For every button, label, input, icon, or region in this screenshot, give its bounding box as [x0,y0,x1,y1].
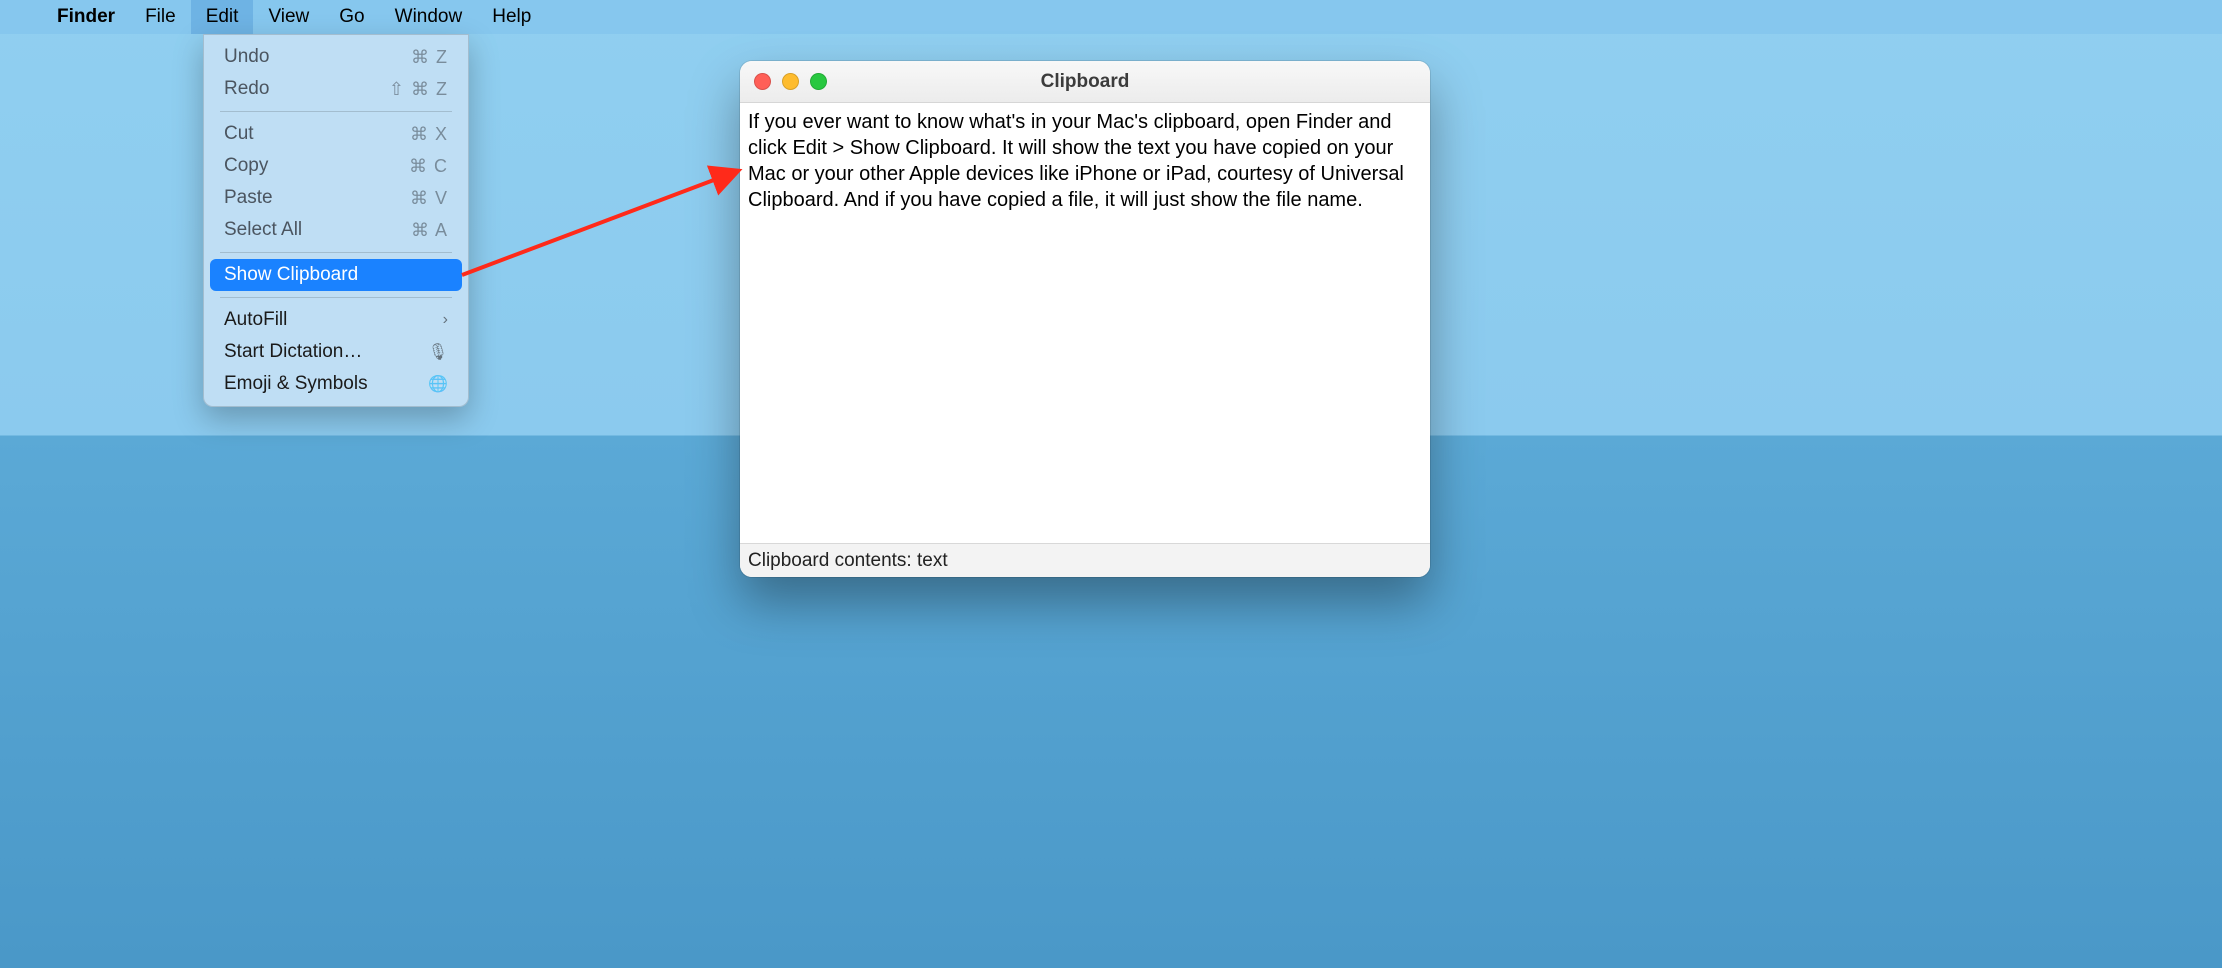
menu-label: Paste [224,187,273,209]
window-status-bar: Clipboard contents: text [740,543,1430,577]
menubar-item-view[interactable]: View [253,0,324,34]
menu-separator [220,297,452,298]
menu-label: Undo [224,46,269,68]
menu-item-show-clipboard[interactable]: Show Clipboard [210,259,462,291]
menu-label: Copy [224,155,268,177]
menu-shortcut: ⌘ C [409,156,448,177]
menubar-item-file[interactable]: File [130,0,191,34]
menu-label: Redo [224,78,269,100]
menubar: Finder File Edit View Go Window Help [0,0,2222,34]
traffic-lights [754,73,827,90]
menu-label: Cut [224,123,254,145]
menu-label: AutoFill [224,309,287,331]
close-button[interactable] [754,73,771,90]
microphone-icon: 🎙 [428,342,448,362]
menu-separator [220,111,452,112]
menu-shortcut: ⌘ A [411,220,448,241]
menu-item-redo[interactable]: Redo ⇧ ⌘ Z [210,73,462,105]
menu-label: Emoji & Symbols [224,373,368,395]
window-title: Clipboard [740,71,1430,93]
globe-icon: 🌐 [428,374,448,394]
menu-item-start-dictation[interactable]: Start Dictation… 🎙 [210,336,462,368]
menu-item-autofill[interactable]: AutoFill › [210,304,462,336]
menu-label: Start Dictation… [224,341,362,363]
menu-shortcut: ⌘ V [410,188,448,209]
menu-item-cut[interactable]: Cut ⌘ X [210,118,462,150]
chevron-right-icon: › [443,311,448,329]
zoom-button[interactable] [810,73,827,90]
menubar-item-edit[interactable]: Edit [191,0,254,34]
clipboard-window: Clipboard If you ever want to know what'… [740,61,1430,577]
menu-shortcut: ⇧ ⌘ Z [389,79,448,100]
menu-item-paste[interactable]: Paste ⌘ V [210,182,462,214]
menubar-item-help[interactable]: Help [477,0,546,34]
menu-separator [220,252,452,253]
minimize-button[interactable] [782,73,799,90]
menu-shortcut: ⌘ X [410,124,448,145]
menubar-app-name[interactable]: Finder [42,0,130,34]
menu-label: Select All [224,219,302,241]
menubar-item-window[interactable]: Window [380,0,478,34]
menubar-item-go[interactable]: Go [324,0,379,34]
menu-label: Show Clipboard [224,264,358,286]
window-titlebar[interactable]: Clipboard [740,61,1430,103]
menu-item-copy[interactable]: Copy ⌘ C [210,150,462,182]
menu-item-undo[interactable]: Undo ⌘ Z [210,41,462,73]
edit-menu-dropdown: Undo ⌘ Z Redo ⇧ ⌘ Z Cut ⌘ X Copy ⌘ C Pas… [203,34,469,407]
menu-item-emoji-symbols[interactable]: Emoji & Symbols 🌐 [210,368,462,400]
clipboard-content: If you ever want to know what's in your … [740,103,1430,543]
menu-shortcut: ⌘ Z [411,47,448,68]
menu-item-select-all[interactable]: Select All ⌘ A [210,214,462,246]
